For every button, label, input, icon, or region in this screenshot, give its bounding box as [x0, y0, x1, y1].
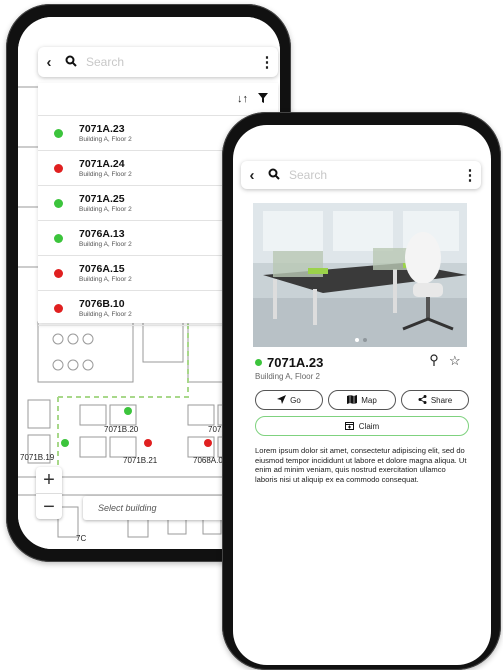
list-item-text: 7076A.13 Building A, Floor 2: [79, 228, 132, 249]
list-item-subtitle: Building A, Floor 2: [79, 135, 132, 143]
search-bar[interactable]: ‹ Search ⋮: [38, 47, 278, 77]
status-dot: [54, 163, 63, 173]
status-dot: [54, 128, 63, 138]
search-icon: [60, 55, 82, 70]
list-item-title: 7071A.23: [79, 122, 125, 135]
status-dot: [54, 303, 63, 313]
chevron-left-icon[interactable]: ‹: [241, 167, 263, 184]
search-bar[interactable]: ‹ Search ⋮: [241, 161, 481, 189]
share-button[interactable]: Share: [401, 390, 469, 410]
share-icon: [418, 394, 427, 406]
list-item-title: 7076A.15: [79, 262, 125, 275]
status-dot: [255, 359, 262, 366]
map-label: 7071B.19: [20, 453, 55, 462]
map-label: 7C: [76, 534, 86, 543]
list-item-text: 7076B.10 Building A, Floor 2: [79, 298, 132, 319]
map-button[interactable]: Map: [328, 390, 396, 410]
map-label: 7071B.21: [123, 456, 158, 465]
location-pin-icon[interactable]: [429, 354, 439, 372]
room-subtitle: Building A, Floor 2: [255, 372, 320, 381]
calendar-add-icon: [344, 421, 354, 432]
status-dot: [54, 233, 63, 243]
room-title: 7071A.23: [267, 355, 324, 370]
search-input[interactable]: Search: [285, 168, 459, 182]
go-label: Go: [290, 395, 301, 405]
filter-icon[interactable]: [258, 90, 268, 108]
zoom-out-button[interactable]: −: [36, 494, 62, 520]
share-label: Share: [430, 395, 453, 405]
list-item-subtitle: Building A, Floor 2: [79, 275, 132, 283]
room-description: Lorem ipsum dolor sit amet, consectetur …: [255, 446, 467, 484]
list-item-subtitle: Building A, Floor 2: [79, 170, 132, 178]
chevron-left-icon[interactable]: ‹: [38, 54, 60, 71]
list-item-text: 7071A.25 Building A, Floor 2: [79, 193, 132, 214]
list-item-subtitle: Building A, Floor 2: [79, 310, 132, 318]
list-item-text: 7071A.23 Building A, Floor 2: [79, 123, 132, 144]
room-detail-screen: ‹ Search ⋮ 7071A.23 Building A, Floor 2 …: [233, 125, 491, 665]
list-item-title: 7076B.10: [79, 297, 125, 310]
more-vert-icon[interactable]: ⋮: [256, 53, 278, 71]
go-button[interactable]: Go: [255, 390, 323, 410]
list-item-title: 7076A.13: [79, 227, 125, 240]
more-vert-icon[interactable]: ⋮: [459, 166, 481, 184]
claim-button[interactable]: Claim: [255, 416, 469, 436]
map-label: 7071B.20: [104, 425, 139, 434]
phone-frame-front: ‹ Search ⋮ 7071A.23 Building A, Floor 2 …: [222, 112, 501, 670]
list-item-subtitle: Building A, Floor 2: [79, 205, 132, 213]
status-dot: [54, 198, 63, 208]
search-input[interactable]: Search: [82, 55, 256, 69]
map-icon: [347, 394, 358, 406]
room-header: 7071A.23: [255, 355, 323, 370]
star-outline-icon[interactable]: ☆: [449, 353, 461, 369]
search-icon: [263, 168, 285, 183]
list-item-subtitle: Building A, Floor 2: [79, 240, 132, 248]
zoom-controls: + −: [36, 467, 62, 519]
list-item-text: 7071A.24 Building A, Floor 2: [79, 158, 132, 179]
list-item-title: 7071A.24: [79, 157, 125, 170]
select-building-label: Select building: [98, 503, 157, 513]
claim-label: Claim: [358, 421, 380, 431]
navigation-arrow-icon: [277, 394, 287, 406]
sort-icon[interactable]: ↓↑: [237, 93, 248, 105]
list-item-text: 7076A.15 Building A, Floor 2: [79, 263, 132, 284]
results-toolbar: ↓↑: [38, 83, 278, 116]
zoom-in-button[interactable]: +: [36, 467, 62, 494]
room-photo[interactable]: [253, 203, 467, 347]
status-dot: [54, 268, 63, 278]
map-label: Map: [361, 395, 377, 405]
list-item-title: 7071A.25: [79, 192, 125, 205]
select-building-dropdown[interactable]: Select building ▾: [83, 496, 238, 520]
